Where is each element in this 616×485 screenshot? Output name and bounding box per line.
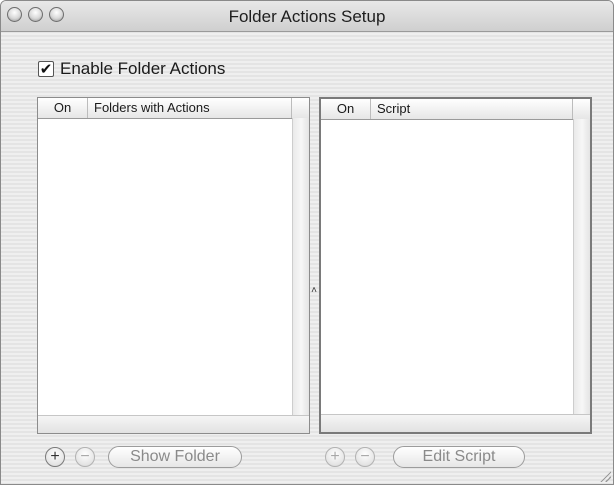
add-folder-button[interactable]: +: [45, 447, 65, 467]
folders-table[interactable]: On Folders with Actions: [37, 97, 310, 434]
header-divider: [572, 99, 573, 119]
scripts-horizontal-scrollbar[interactable]: [321, 414, 590, 432]
folder-actions-window: Folder Actions Setup ✔ Enable Folder Act…: [0, 0, 614, 485]
titlebar[interactable]: Folder Actions Setup: [1, 1, 613, 32]
column-header-script[interactable]: Script: [377, 99, 410, 119]
folders-horizontal-scrollbar[interactable]: [38, 415, 309, 433]
enable-folder-actions-checkbox[interactable]: ✔: [38, 61, 54, 77]
remove-script-button[interactable]: −: [355, 447, 375, 467]
column-header-on[interactable]: On: [321, 99, 371, 119]
scripts-table[interactable]: On Script: [319, 97, 592, 434]
folders-vertical-scrollbar[interactable]: [292, 118, 309, 416]
resize-grip-icon[interactable]: [599, 470, 611, 482]
enable-folder-actions-label[interactable]: Enable Folder Actions: [60, 59, 225, 79]
add-script-button[interactable]: +: [325, 447, 345, 467]
edit-script-button[interactable]: Edit Script: [393, 446, 525, 468]
scripts-table-header: On Script: [321, 99, 590, 120]
column-header-on[interactable]: On: [38, 98, 88, 118]
enable-folder-actions-row[interactable]: ✔ Enable Folder Actions: [38, 59, 225, 79]
scripts-vertical-scrollbar[interactable]: [573, 119, 590, 415]
header-divider: [291, 98, 292, 118]
splitter-handle[interactable]: ˄: [311, 286, 317, 296]
column-header-folders[interactable]: Folders with Actions: [94, 98, 210, 118]
folders-table-header: On Folders with Actions: [38, 98, 309, 119]
show-folder-button[interactable]: Show Folder: [108, 446, 242, 468]
window-title: Folder Actions Setup: [228, 7, 386, 26]
remove-folder-button[interactable]: −: [75, 447, 95, 467]
